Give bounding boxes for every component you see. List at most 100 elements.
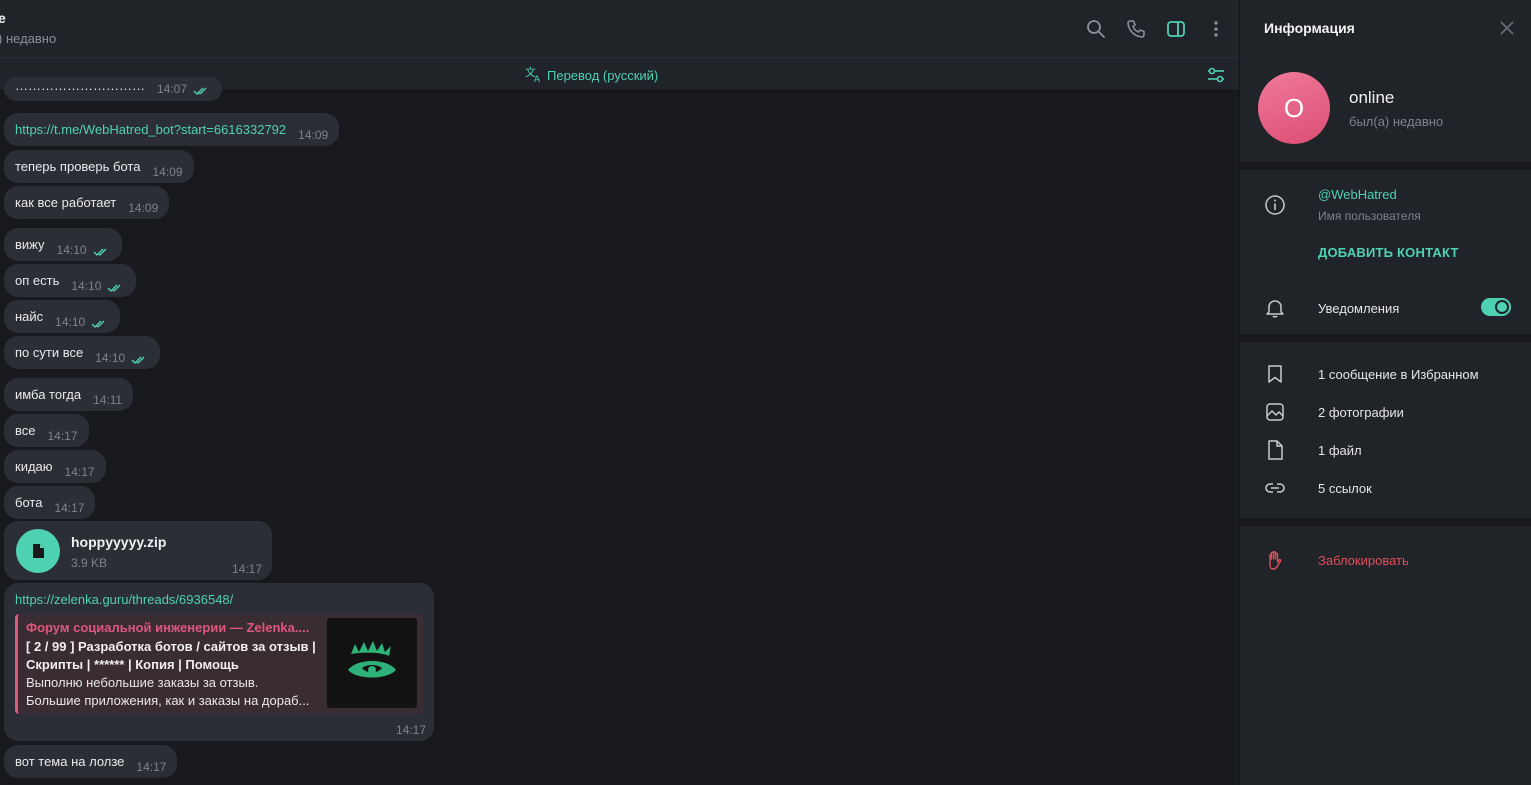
section-divider xyxy=(1240,518,1531,526)
message-text: вот тема на лолзе xyxy=(15,754,125,769)
message-bubble[interactable]: бота 14:17 xyxy=(4,486,96,519)
preview-thumbnail xyxy=(327,618,417,708)
chat-title: e xyxy=(0,10,6,26)
message-time: 14:09 xyxy=(128,200,159,215)
message-time: 14:17 xyxy=(47,428,78,443)
message-text: бота xyxy=(15,495,43,510)
message-time: 14:17 xyxy=(136,759,167,774)
message-list[interactable]: ………………………… 14:07 https://t.me/WebHatred_… xyxy=(0,77,1239,785)
message-time: 14:10 xyxy=(95,350,126,365)
read-ticks-icon xyxy=(93,245,111,256)
message-link[interactable]: https://zelenka.guru/threads/6936548/ xyxy=(15,592,233,607)
file-size: 3.9 KB xyxy=(71,556,108,570)
translate-settings-icon[interactable] xyxy=(1205,64,1227,86)
info-title: Информация xyxy=(1264,20,1355,36)
message-time: 14:09 xyxy=(298,127,329,142)
info-panel: Информация O online был(а) недавно @WebH… xyxy=(1239,0,1531,785)
message-time: 14:17 xyxy=(54,500,85,515)
message-link[interactable]: https://t.me/WebHatred_bot?start=6616332… xyxy=(15,122,286,137)
links-item[interactable]: 5 ссылок xyxy=(1318,481,1372,496)
message-bubble[interactable]: вот тема на лолзе 14:17 xyxy=(4,745,178,778)
message-text: теперь проверь бота xyxy=(15,159,141,174)
message-bubble[interactable]: найс 14:10 xyxy=(4,300,121,333)
notifications-label: Уведомления xyxy=(1318,301,1400,316)
message-text: вижу xyxy=(15,237,45,252)
search-icon[interactable] xyxy=(1083,16,1109,42)
read-ticks-icon xyxy=(107,281,125,292)
read-ticks-icon xyxy=(193,84,211,95)
sidebar-toggle-icon[interactable] xyxy=(1163,16,1189,42)
translate-label: Перевод (русский) xyxy=(547,68,659,83)
message-bubble[interactable]: кидаю 14:17 xyxy=(4,450,106,483)
message-text: имба тогда xyxy=(15,387,82,402)
file-message[interactable]: hoppyyyyy.zip 3.9 KB 14:17 xyxy=(4,521,272,580)
section-divider xyxy=(1240,162,1531,170)
message-text: найс xyxy=(15,309,44,324)
toggle-knob xyxy=(1497,302,1507,312)
read-ticks-icon xyxy=(91,317,109,328)
phone-icon[interactable] xyxy=(1123,16,1149,42)
message-time: 14:07 xyxy=(157,82,188,96)
profile-status: был(а) недавно xyxy=(1349,114,1444,129)
message-bubble[interactable]: как все работает 14:09 xyxy=(4,186,170,219)
eye-logo-icon xyxy=(348,641,396,678)
message-bubble[interactable]: все 14:17 xyxy=(4,414,89,447)
file-icon xyxy=(1264,439,1286,461)
notifications-toggle[interactable] xyxy=(1481,298,1511,316)
info-icon xyxy=(1264,194,1286,216)
file-download-icon[interactable] xyxy=(16,529,60,573)
profile-name: online xyxy=(1349,88,1395,107)
file-name[interactable]: hoppyyyyy.zip xyxy=(71,534,166,550)
bookmark-icon xyxy=(1264,363,1286,385)
username-label: Имя пользователя xyxy=(1318,209,1421,223)
preview-site-name: Форум социальной инженерии — Zelenka.... xyxy=(26,620,310,635)
photos-item[interactable]: 2 фотографии xyxy=(1318,405,1404,420)
chat-status: ) недавно xyxy=(0,31,57,46)
saved-messages-item[interactable]: 1 сообщение в Избранном xyxy=(1318,367,1479,382)
message-text: все xyxy=(15,423,36,438)
message-bubble[interactable]: теперь проверь бота 14:09 xyxy=(4,150,194,183)
preview-desc-line: Выполню небольшие заказы за отзыв. xyxy=(26,675,259,690)
section-divider xyxy=(1240,334,1531,342)
svg-text:A: A xyxy=(534,75,541,83)
message-text: кидаю xyxy=(15,459,53,474)
message-time: 14:17 xyxy=(231,562,262,576)
files-item[interactable]: 1 файл xyxy=(1318,443,1362,458)
message-bubble[interactable]: https://t.me/WebHatred_bot?start=6616332… xyxy=(4,113,340,146)
chat-header[interactable]: e ) недавно xyxy=(0,0,1239,58)
message-time: 14:17 xyxy=(64,464,95,479)
message-bubble[interactable]: имба тогда 14:11 xyxy=(4,378,134,411)
read-ticks-icon xyxy=(131,353,149,364)
message-bubble[interactable]: вижу 14:10 xyxy=(4,228,122,261)
message-text: оп есть xyxy=(15,273,60,288)
message-time: 14:10 xyxy=(55,314,86,329)
preview-description: Выполню небольшие заказы за отзыв. Больш… xyxy=(26,674,326,710)
preview-desc-line: Большие приложения, как и заказы на дора… xyxy=(26,693,310,708)
message-time: 14:09 xyxy=(152,164,183,179)
chat-pane: e ) недавно 文A Перевод (русский) …………………… xyxy=(0,0,1239,785)
link-preview-card[interactable]: Форум социальной инженерии — Zelenka....… xyxy=(15,614,423,714)
message-bubble[interactable]: ………………………… 14:07 xyxy=(4,77,223,101)
message-time: 14:10 xyxy=(71,278,102,293)
link-icon xyxy=(1264,477,1286,499)
message-text: как все работает xyxy=(15,195,117,210)
avatar[interactable]: O xyxy=(1258,72,1330,144)
hand-stop-icon xyxy=(1264,549,1286,571)
block-user-button[interactable]: Заблокировать xyxy=(1318,553,1409,568)
message-time: 14:11 xyxy=(93,392,123,407)
bell-icon xyxy=(1264,297,1286,319)
close-icon[interactable] xyxy=(1499,20,1515,36)
username-link[interactable]: @WebHatred xyxy=(1318,187,1397,202)
translate-icon: 文A xyxy=(525,65,543,86)
message-bubble[interactable]: оп есть 14:10 xyxy=(4,264,137,297)
more-menu-icon[interactable] xyxy=(1203,16,1229,42)
message-time: 14:17 xyxy=(395,723,426,737)
message-text: ………………………… xyxy=(15,77,145,93)
photo-icon xyxy=(1264,401,1286,423)
message-text: по сути все xyxy=(15,345,84,360)
add-contact-button[interactable]: ДОБАВИТЬ КОНТАКТ xyxy=(1318,245,1459,260)
message-bubble[interactable]: по сути все 14:10 xyxy=(4,336,161,369)
translate-button[interactable]: 文A Перевод (русский) xyxy=(525,65,658,86)
message-time: 14:10 xyxy=(56,242,87,257)
link-preview-message[interactable]: https://zelenka.guru/threads/6936548/ Фо… xyxy=(4,583,434,741)
